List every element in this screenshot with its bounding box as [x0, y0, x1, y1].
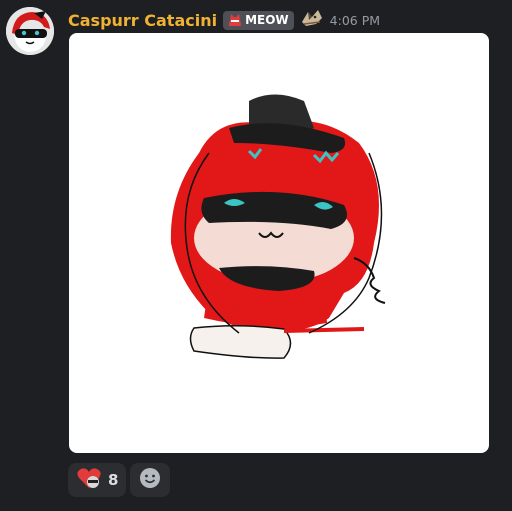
server-tag-label: MEOW [245, 13, 289, 27]
timestamp: 4:06 PM [329, 12, 381, 28]
server-tag[interactable]: MEOW [223, 10, 294, 30]
reaction-heart-cat[interactable]: 8 [68, 463, 127, 497]
smiley-icon [139, 467, 161, 493]
reactions-bar: 8 [68, 463, 171, 497]
author-name[interactable]: Caspurr Catacini [68, 11, 217, 30]
cat-rider-icon [300, 8, 324, 32]
heart-cat-emoji [76, 466, 102, 494]
reaction-count: 8 [108, 471, 119, 489]
red-hooded-cat-avatar [6, 7, 54, 55]
message-header: Caspurr Catacini MEOW 4:06 PM [68, 9, 380, 31]
add-reaction-button[interactable] [130, 463, 171, 497]
red-cat-drawing [170, 94, 386, 359]
image-attachment[interactable] [69, 33, 489, 453]
avatar[interactable] [6, 7, 54, 55]
red-cat-icon [229, 13, 242, 26]
